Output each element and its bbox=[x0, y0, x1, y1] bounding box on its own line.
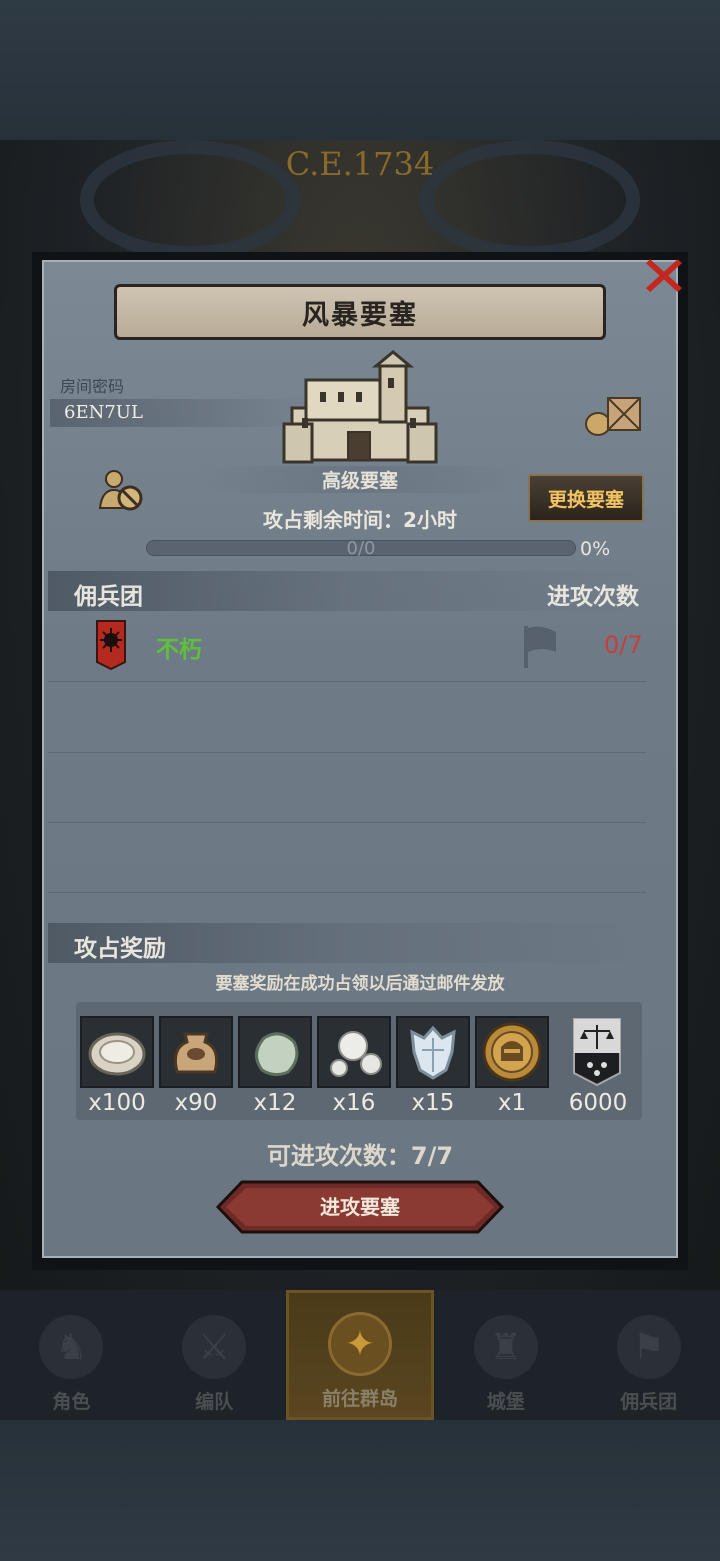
reward-count: x15 bbox=[411, 1090, 455, 1116]
reward-box bbox=[475, 1016, 549, 1088]
dialog-title: 风暴要塞 bbox=[302, 299, 418, 331]
nav-label: 编队 bbox=[195, 1391, 234, 1413]
cargo-icon[interactable] bbox=[584, 392, 644, 436]
reward-item[interactable]: x16 bbox=[317, 1016, 391, 1134]
bottom-frame bbox=[0, 1420, 720, 1561]
reward-item[interactable]: x12 bbox=[238, 1016, 312, 1134]
oyster-icon bbox=[88, 1032, 146, 1076]
row-divider bbox=[48, 822, 646, 823]
reward-box bbox=[396, 1016, 470, 1088]
castle-icon bbox=[282, 350, 438, 464]
character-icon: ♞ bbox=[39, 1315, 104, 1379]
reward-note: 要塞奖励在成功占领以后通过邮件发放 bbox=[215, 974, 505, 994]
top-frame bbox=[0, 0, 720, 140]
mercenary-header: 佣兵团 bbox=[74, 584, 143, 610]
reward-box bbox=[80, 1016, 154, 1088]
guild-flag-icon bbox=[96, 620, 126, 670]
reward-item[interactable]: x15 bbox=[396, 1016, 470, 1134]
reward-box bbox=[238, 1016, 312, 1088]
mercenary-attacks: 0/7 bbox=[604, 631, 643, 659]
jade-stone-icon bbox=[255, 1032, 299, 1077]
reward-box bbox=[560, 1016, 634, 1088]
close-x-icon[interactable]: ✕ bbox=[633, 248, 695, 308]
nav-label: 佣兵团 bbox=[620, 1391, 678, 1413]
reward-count: x100 bbox=[88, 1090, 146, 1116]
crystal-icon bbox=[410, 1025, 456, 1080]
title-banner: 风暴要塞 bbox=[114, 284, 606, 340]
formation-icon: ⚔ bbox=[182, 1315, 247, 1379]
sack-icon bbox=[173, 1032, 219, 1074]
mercenary-icon: ⚑ bbox=[616, 1315, 681, 1379]
reward-box bbox=[159, 1016, 233, 1088]
pearl-icon bbox=[330, 1031, 382, 1077]
nav-item-mercenary[interactable]: ⚑ 佣兵团 bbox=[577, 1290, 720, 1420]
reward-item[interactable]: 6000 bbox=[560, 1016, 634, 1134]
nav-label: 城堡 bbox=[486, 1391, 525, 1413]
reward-count: x12 bbox=[253, 1090, 297, 1116]
knight-medal-icon bbox=[482, 1022, 542, 1082]
reward-item[interactable]: x100 bbox=[80, 1016, 154, 1134]
reward-count: x1 bbox=[497, 1090, 527, 1116]
room-code[interactable]: 6EN7UL bbox=[50, 399, 310, 427]
reward-item[interactable]: x90 bbox=[159, 1016, 233, 1134]
row-divider bbox=[48, 892, 646, 893]
reward-count: 6000 bbox=[568, 1090, 628, 1116]
islands-icon: ✦ bbox=[327, 1312, 392, 1376]
nav-item-islands[interactable]: ✦ 前往群岛 bbox=[285, 1290, 435, 1420]
room-label: 房间密码 bbox=[60, 377, 125, 396]
nav-item-formation[interactable]: ⚔ 编队 bbox=[143, 1290, 286, 1420]
mercenary-name: 不朽 bbox=[156, 637, 202, 663]
grey-flag-icon bbox=[524, 626, 556, 668]
progress-text: 0/0 bbox=[346, 538, 376, 559]
rewards-header: 攻占奖励 bbox=[74, 936, 166, 962]
attack-fortress-button[interactable]: 进攻要塞 bbox=[215, 1180, 505, 1234]
progress-percent: 0% bbox=[580, 538, 611, 560]
year-label: C.E.1734 bbox=[285, 145, 435, 183]
nav-item-castle[interactable]: ♜ 城堡 bbox=[434, 1290, 577, 1420]
attack-button-label: 进攻要塞 bbox=[320, 1195, 400, 1219]
nav-label: 前往群岛 bbox=[321, 1388, 398, 1410]
reward-count: x90 bbox=[174, 1090, 218, 1116]
row-divider bbox=[48, 752, 646, 753]
attack-attempts: 可进攻次数：7/7 bbox=[266, 1142, 454, 1170]
attacks-header: 进攻次数 bbox=[547, 584, 639, 610]
reward-item[interactable]: x1 bbox=[475, 1016, 549, 1134]
nav-label: 角色 bbox=[52, 1391, 91, 1413]
nav-item-character[interactable]: ♞ 角色 bbox=[0, 1290, 143, 1420]
justice-banner-icon bbox=[573, 1018, 621, 1087]
castle-icon: ♜ bbox=[473, 1315, 538, 1379]
bottom-nav: ♞ 角色 ⚔ 编队 ✦ 前往群岛 ♜ 城堡 ⚑ 佣兵团 bbox=[0, 1290, 720, 1420]
reward-count: x16 bbox=[332, 1090, 376, 1116]
time-left: 攻占剩余时间：2小时 bbox=[263, 508, 457, 532]
reward-box bbox=[317, 1016, 391, 1088]
fortress-level: 高级要塞 bbox=[200, 466, 520, 493]
